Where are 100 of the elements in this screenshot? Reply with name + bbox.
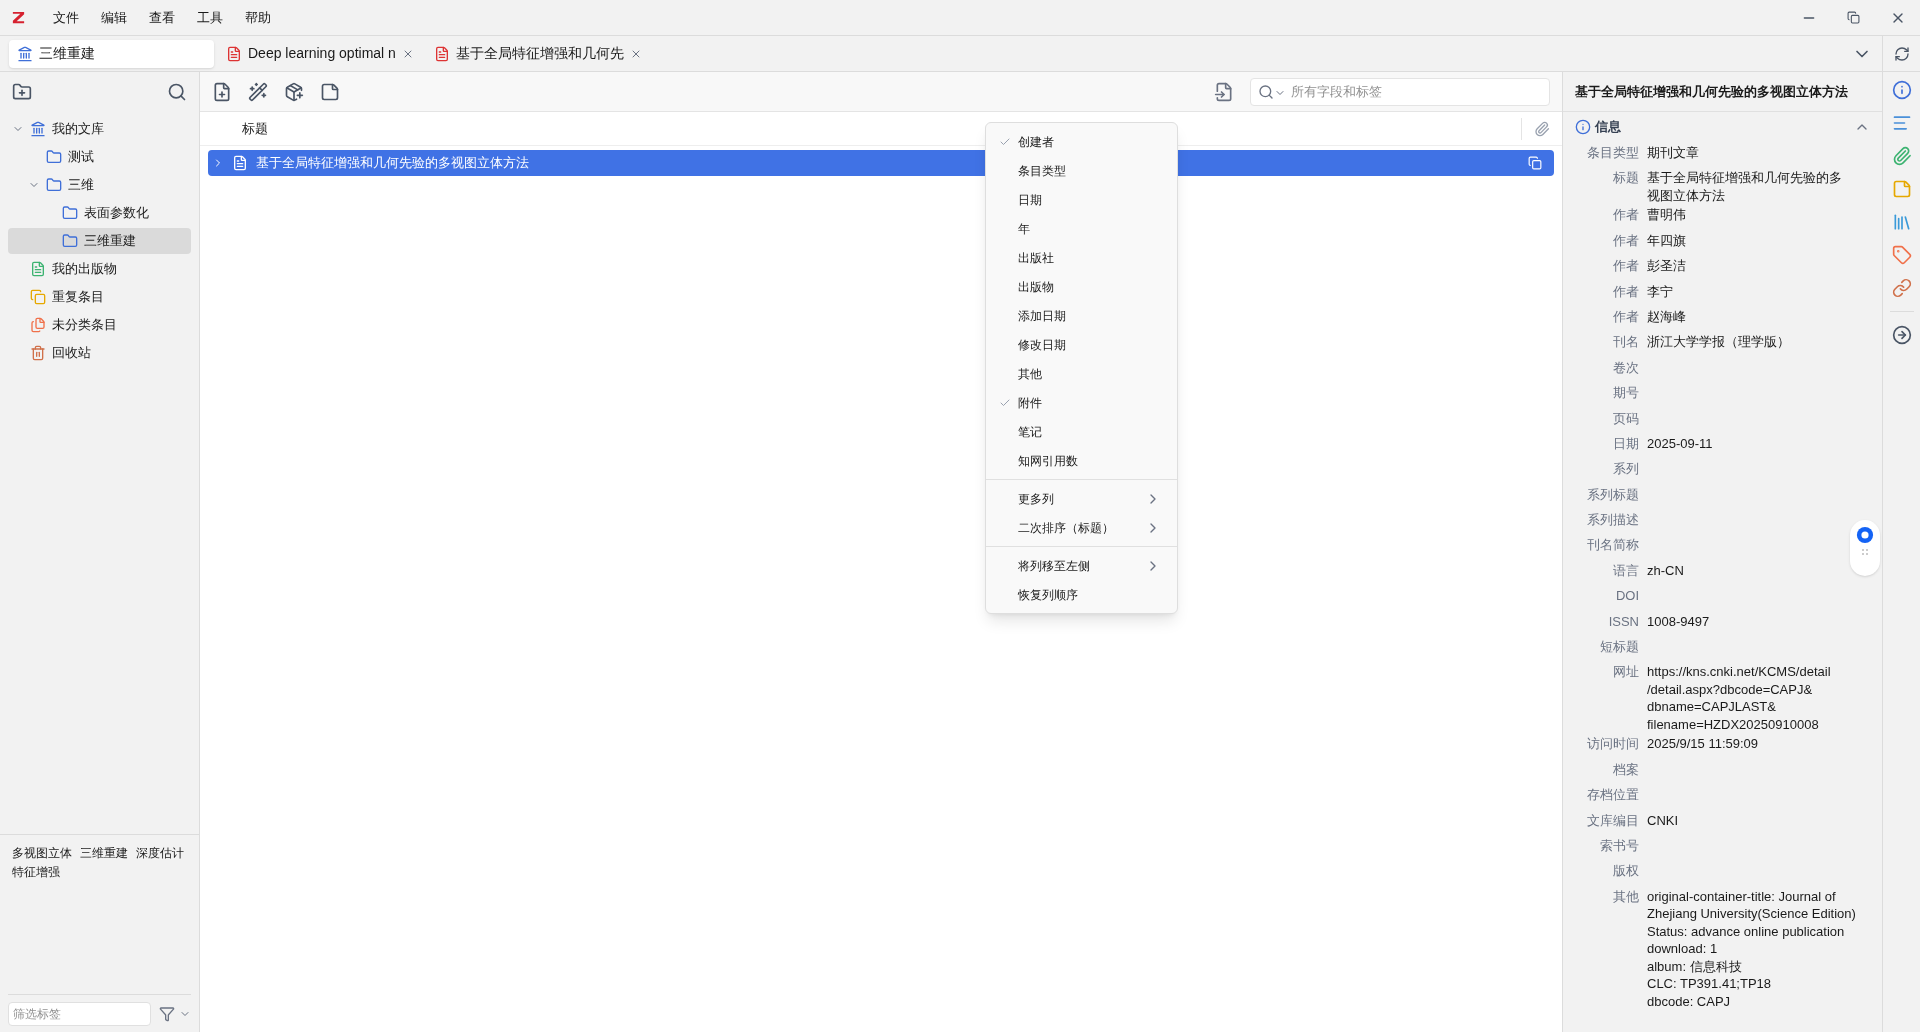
menu-item[interactable]: 工具 <box>186 7 234 28</box>
menu-item[interactable]: 更多列 <box>986 484 1177 513</box>
restore-icon[interactable] <box>1847 11 1860 24</box>
field-value[interactable]: 赵海峰 <box>1647 307 1686 326</box>
field-label: 刊名 <box>1612 333 1639 352</box>
collection-item[interactable]: 未分类条目 <box>8 312 191 338</box>
menu-item[interactable]: 修改日期 <box>986 330 1177 359</box>
chat-bubble-icon <box>1856 526 1874 544</box>
sync-icon[interactable] <box>1893 45 1910 62</box>
field-label: 条目类型 <box>1586 144 1639 162</box>
menu-item[interactable]: 恢复列顺序 <box>986 580 1177 609</box>
field-value[interactable]: 李宁 <box>1647 282 1673 301</box>
magic-wand-icon[interactable] <box>248 81 268 102</box>
menu-item[interactable]: 出版社 <box>986 243 1177 272</box>
collection-item[interactable]: 我的文库 <box>8 116 191 142</box>
collection-item[interactable]: 我的出版物 <box>8 256 191 282</box>
new-note-icon[interactable] <box>320 81 340 102</box>
tag-icon[interactable] <box>1891 245 1912 265</box>
menu-item[interactable]: 帮助 <box>234 7 282 28</box>
collection-item[interactable]: 表面参数化 <box>8 200 191 226</box>
drag-handle-icon[interactable] <box>1861 548 1869 556</box>
menu-item[interactable]: 查看 <box>138 7 186 28</box>
search-field[interactable]: 所有字段和标签 <box>1250 77 1550 106</box>
menu-item[interactable]: 其他 <box>986 359 1177 388</box>
collection-item[interactable]: 回收站 <box>8 340 191 366</box>
field-value[interactable]: 2025-09-11 <box>1647 434 1713 453</box>
search-icon[interactable] <box>1258 83 1274 100</box>
tag[interactable]: 多视图立体 <box>12 845 72 863</box>
library-icon <box>30 121 46 137</box>
field-value[interactable]: 曹明伟 <box>1647 206 1686 224</box>
field-value[interactable]: 2025/9/15 11:59:09 <box>1647 735 1759 753</box>
field-value[interactable]: 基于全局特征增强和几何先验的多 视图立体方法 <box>1647 169 1842 205</box>
collection-item[interactable]: 三维 <box>8 172 191 198</box>
filter-icon[interactable] <box>159 1005 175 1022</box>
field-value[interactable]: original-container-title: Journal of Zhejiang University(Science Edition) Status: advance online publication download: 1 album: 信息科技 CLC: TP391.41;TP18 dbcode: CAPJ <box>1647 887 1856 1011</box>
folder-icon <box>62 205 78 221</box>
tab[interactable]: Deep learning optimal n <box>218 39 422 68</box>
new-item-icon[interactable] <box>212 81 232 102</box>
locate-icon[interactable] <box>1214 81 1234 102</box>
tag[interactable]: 特征增强 <box>12 864 60 882</box>
collection-item[interactable]: 重复条目 <box>8 284 191 310</box>
locate-icon[interactable] <box>1891 325 1912 345</box>
field-label: 文库编目 <box>1586 811 1639 830</box>
field-label: 索书号 <box>1599 837 1639 855</box>
collection-item[interactable]: 三维重建 <box>8 228 191 254</box>
field-label: 语言 <box>1612 561 1639 580</box>
menu-item[interactable]: 年 <box>986 214 1177 243</box>
abstract-icon[interactable] <box>1891 113 1912 133</box>
field-value[interactable]: 1008-9497 <box>1647 612 1710 631</box>
document-icon <box>30 261 46 277</box>
app-logo-icon <box>11 10 26 25</box>
field-label: 系列 <box>1612 460 1639 479</box>
menu-item[interactable]: 知网引用数 <box>986 446 1177 475</box>
field-label: 页码 <box>1612 409 1639 428</box>
menu-item[interactable]: 出版物 <box>986 272 1177 301</box>
menu-item[interactable]: 将列移至左侧 <box>986 551 1177 580</box>
field-label: DOI <box>1614 587 1639 606</box>
field-value[interactable]: 期刊文章 <box>1647 144 1699 162</box>
field-value[interactable]: CNKI <box>1647 811 1679 830</box>
field-label: 存档位置 <box>1586 786 1639 805</box>
field-value[interactable]: 年四旗 <box>1647 231 1686 250</box>
field-value[interactable]: zh-CN <box>1647 561 1684 580</box>
menu-item[interactable]: 笔记 <box>986 417 1177 446</box>
tab[interactable]: 三维重建 <box>9 39 214 68</box>
field-value[interactable]: 彭圣洁 <box>1647 257 1686 275</box>
section-title[interactable]: 信息 <box>1595 117 1850 137</box>
new-collection-icon[interactable] <box>12 82 32 102</box>
field-label: 期号 <box>1612 384 1639 403</box>
menu-item[interactable]: 文件 <box>42 7 90 28</box>
tag[interactable]: 三维重建 <box>80 845 128 863</box>
floating-widget[interactable] <box>1850 520 1880 576</box>
menu-item[interactable]: 附件 <box>986 388 1177 417</box>
folder-icon <box>62 233 78 249</box>
column-header[interactable]: 标题 <box>242 118 268 139</box>
field-value[interactable]: https://kns.cnki.net/KCMS/detail /detail.aspx?dbcode=CAPJ& dbname=CAPJLAST& filename=HZDX20250910008 <box>1647 663 1831 734</box>
tag[interactable]: 深度估计 <box>136 845 184 863</box>
item-title: 基于全局特征增强和几何先验的多视图立体方法 <box>1575 82 1848 101</box>
info-icon <box>1575 119 1591 135</box>
collection-item[interactable]: 测试 <box>8 144 191 170</box>
field-label: 系列标题 <box>1586 485 1639 504</box>
tag-filter-field[interactable]: 筛选标签 <box>8 1001 151 1026</box>
field-value[interactable]: 浙江大学学报（理学版） <box>1647 333 1790 351</box>
field-label: 其他 <box>1612 887 1639 906</box>
menu-item[interactable]: 编辑 <box>90 7 138 28</box>
field-label: 档案 <box>1612 760 1639 779</box>
pdf-icon <box>226 45 242 62</box>
field-label: 刊名简称 <box>1586 536 1639 555</box>
link-icon[interactable] <box>1891 278 1912 298</box>
tab[interactable]: 基于全局特征增强和几何先 <box>425 39 650 68</box>
menu-item[interactable]: 日期 <box>986 185 1177 214</box>
add-attachment-icon[interactable] <box>284 81 304 102</box>
field-label: 标题 <box>1612 169 1639 188</box>
info-icon[interactable] <box>1891 80 1912 100</box>
field-label: 作者 <box>1612 206 1639 225</box>
menu-item[interactable]: 添加日期 <box>986 301 1177 330</box>
field-label: 作者 <box>1612 257 1639 276</box>
menu-item[interactable]: 二次排序（标题） <box>986 513 1177 542</box>
field-label: 作者 <box>1612 282 1639 301</box>
field-label: 作者 <box>1612 307 1639 326</box>
search-icon[interactable] <box>167 82 187 102</box>
